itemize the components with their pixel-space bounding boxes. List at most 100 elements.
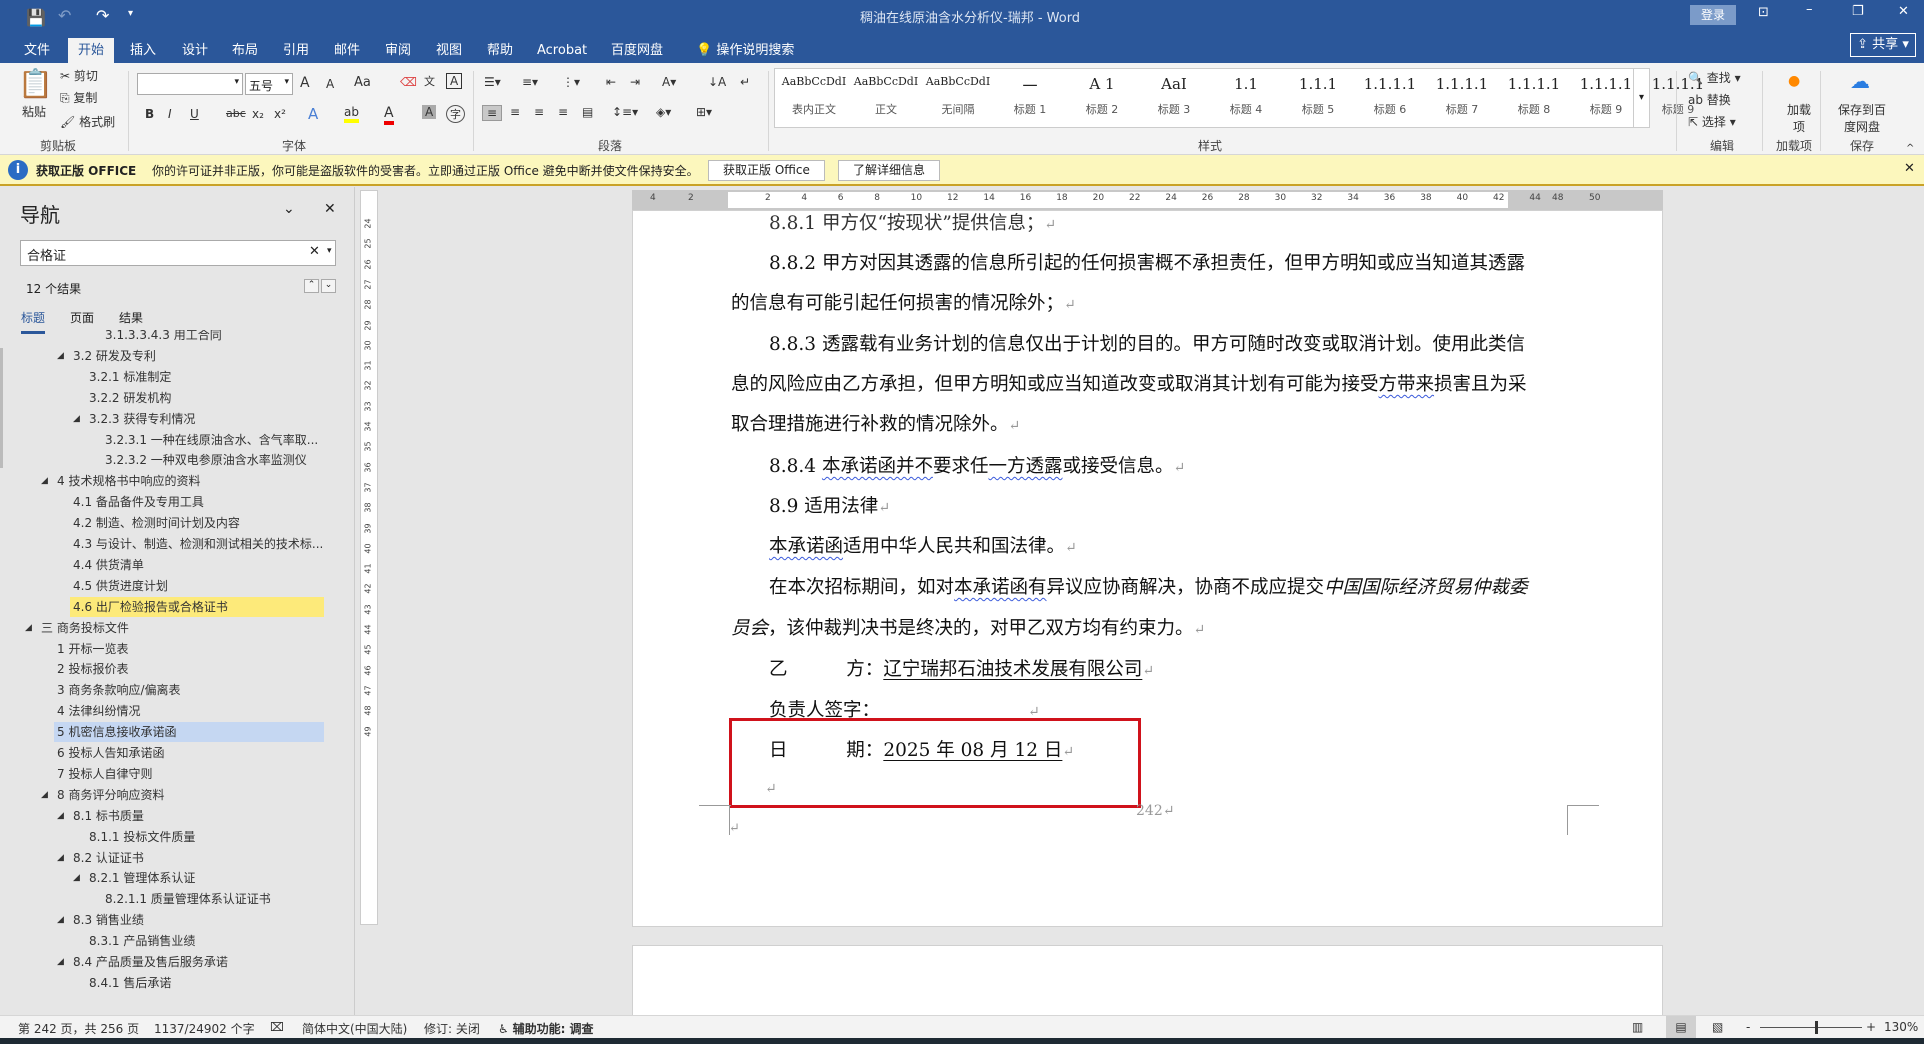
replace-button[interactable]: ab 替换: [1688, 91, 1731, 108]
style-item[interactable]: 1.1.1 标题 5: [1283, 75, 1353, 117]
font-size-select[interactable]: 五号 ▾: [245, 73, 293, 95]
login-button[interactable]: 登录: [1690, 5, 1736, 25]
next-result-button[interactable]: ⌄: [321, 279, 336, 293]
underline-button[interactable]: U: [190, 107, 199, 121]
cut-button[interactable]: ✂ 剪切: [60, 67, 98, 84]
nav-options-icon[interactable]: ⌄: [283, 201, 295, 217]
italic-button[interactable]: I: [168, 107, 172, 121]
nav-heading-item[interactable]: 3.2.3.1 一种在线原油含水、含气率取...: [105, 430, 318, 450]
word-count[interactable]: 1137/24902 个字: [154, 1020, 255, 1037]
clear-search-icon[interactable]: ✕: [309, 244, 320, 259]
bold-button[interactable]: B: [145, 107, 154, 121]
numbering-icon[interactable]: ≡▾: [522, 75, 538, 89]
nav-search-input[interactable]: 合格证 ✕ ▾: [20, 240, 336, 266]
nav-heading-item[interactable]: 2 投标报价表: [57, 659, 128, 679]
accessibility-status[interactable]: ♿ 辅助功能: 调查: [498, 1020, 594, 1037]
nav-heading-item[interactable]: 8.3.1 产品销售业绩: [89, 931, 195, 951]
shading-icon[interactable]: ◈▾: [656, 105, 671, 119]
nav-heading-item[interactable]: 3.1.3.3.4.3 用工合同: [105, 330, 222, 345]
nav-heading-item[interactable]: 8.2 认证证书: [73, 848, 144, 868]
style-item[interactable]: 1.1.1.1 标题 8: [1499, 75, 1569, 117]
nav-heading-item[interactable]: 8.2.1 管理体系认证: [89, 868, 195, 888]
style-item[interactable]: AaBbCcDdI 正文: [851, 75, 921, 117]
collapse-triangle-icon[interactable]: ◢: [57, 853, 64, 863]
nav-heading-item[interactable]: 8.2.1.1 质量管理体系认证证书: [105, 889, 271, 909]
collapse-triangle-icon[interactable]: ◢: [57, 957, 64, 967]
proofing-icon[interactable]: ⌧: [270, 1020, 284, 1034]
tab-mailings[interactable]: 邮件: [324, 38, 370, 63]
superscript-button[interactable]: x²: [274, 107, 286, 121]
document-page[interactable]: 8.8.1 甲方仅“按现状”提供信息；↵ 8.8.2 甲方对因其透露的信息所引起…: [632, 210, 1663, 927]
nav-heading-item[interactable]: 3.2.2 研发机构: [89, 388, 171, 408]
nav-heading-item[interactable]: 5 机密信息接收承诺函: [57, 722, 176, 742]
zoom-slider-thumb[interactable]: [1814, 1021, 1818, 1034]
nav-heading-item[interactable]: 3.2.3.2 一种双电参原油含水率监测仪: [105, 450, 307, 470]
tell-me-search[interactable]: 💡 操作说明搜索: [686, 38, 804, 63]
collapse-triangle-icon[interactable]: ◢: [57, 351, 64, 361]
tab-references[interactable]: 引用: [273, 38, 319, 63]
text-effects-icon[interactable]: A: [308, 105, 318, 123]
nav-heading-item[interactable]: 4.6 出厂检验报告或合格证书: [73, 597, 228, 617]
search-options-icon[interactable]: ▾: [327, 246, 332, 256]
highlight-icon[interactable]: ab: [344, 105, 359, 123]
nav-heading-item[interactable]: 8.4 产品质量及售后服务承诺: [73, 952, 228, 972]
close-button[interactable]: ✕: [1898, 4, 1909, 19]
style-item[interactable]: 一标题 1: [995, 75, 1065, 117]
nav-close-icon[interactable]: ✕: [324, 201, 336, 217]
language[interactable]: 简体中文(中国大陆): [302, 1020, 407, 1037]
zoom-out-button[interactable]: -: [1746, 1020, 1750, 1034]
tab-review[interactable]: 审阅: [375, 38, 421, 63]
track-changes-status[interactable]: 修订: 关闭: [424, 1020, 480, 1037]
nav-scrollbar[interactable]: [0, 348, 3, 468]
shrink-font-button[interactable]: A: [326, 77, 334, 91]
save-to-netdisk-button[interactable]: 保存到百度网盘: [1834, 101, 1890, 135]
style-item[interactable]: 1.1.1.1 标题 6: [1355, 75, 1425, 117]
align-center-button[interactable]: ≡: [510, 105, 520, 119]
strikethrough-button[interactable]: abc: [226, 107, 246, 120]
zoom-level[interactable]: 130%: [1884, 1020, 1918, 1034]
justify-button[interactable]: ≡: [558, 105, 568, 119]
tab-file[interactable]: 文件: [14, 38, 60, 63]
collapse-ribbon-icon[interactable]: ^: [1906, 143, 1914, 154]
select-button[interactable]: ⇱ 选择 ▾: [1688, 113, 1736, 130]
paste-button[interactable]: 粘贴: [22, 103, 46, 120]
paste-icon[interactable]: 📋: [18, 67, 53, 100]
tab-insert[interactable]: 插入: [120, 38, 166, 63]
tab-help[interactable]: 帮助: [477, 38, 523, 63]
nav-heading-item[interactable]: 4.1 备品备件及专用工具: [73, 492, 204, 512]
enclose-char-icon[interactable]: 字: [446, 105, 465, 123]
nav-heading-item[interactable]: 4.5 供货进度计划: [73, 576, 168, 596]
tab-design[interactable]: 设计: [172, 38, 218, 63]
nav-tab-pages[interactable]: 页面: [70, 309, 94, 326]
nav-heading-item[interactable]: 4.3 与设计、制造、检测和测试相关的技术标...: [73, 534, 323, 554]
save-icon[interactable]: 💾: [26, 8, 46, 27]
next-document-page[interactable]: [632, 945, 1663, 1025]
nav-heading-item[interactable]: 6 投标人告知承诺函: [57, 743, 164, 763]
customize-qat-icon[interactable]: ▾: [128, 8, 133, 19]
char-shading-icon[interactable]: A: [422, 105, 437, 119]
minimize-button[interactable]: –: [1806, 2, 1813, 17]
font-name-select[interactable]: ▾: [137, 73, 243, 95]
nav-heading-item[interactable]: 8.3 销售业绩: [73, 910, 144, 930]
nav-heading-item[interactable]: 7 投标人自律守则: [57, 764, 152, 784]
nav-heading-item[interactable]: 8.1 标书质量: [73, 806, 144, 826]
close-warning-button[interactable]: ✕: [1904, 161, 1915, 176]
style-item[interactable]: 1.1.1.1 标题 9: [1571, 75, 1641, 117]
collapse-triangle-icon[interactable]: ◢: [73, 873, 80, 883]
subscript-button[interactable]: x₂: [252, 107, 264, 121]
nav-heading-item[interactable]: 8.1.1 投标文件质量: [89, 827, 195, 847]
multilevel-list-icon[interactable]: ⋮▾: [562, 75, 580, 89]
tab-view[interactable]: 视图: [426, 38, 472, 63]
read-mode-icon[interactable]: ▥: [1632, 1020, 1643, 1034]
phonetic-guide-icon[interactable]: 文: [424, 73, 435, 89]
grow-font-button[interactable]: A: [300, 75, 310, 91]
change-case-button[interactable]: Aa: [354, 75, 371, 90]
font-color-icon[interactable]: A: [384, 105, 394, 125]
align-left-button[interactable]: ≡: [482, 105, 503, 121]
nav-heading-item[interactable]: 4.4 供货清单: [73, 555, 144, 575]
style-item[interactable]: AaBbCcDdI 表内正文: [779, 75, 849, 117]
styles-more-button[interactable]: ▾: [1633, 69, 1649, 127]
tab-layout[interactable]: 布局: [222, 38, 268, 63]
web-layout-icon[interactable]: ▧: [1712, 1020, 1723, 1034]
line-spacing-icon[interactable]: ↕≡▾: [612, 105, 638, 119]
